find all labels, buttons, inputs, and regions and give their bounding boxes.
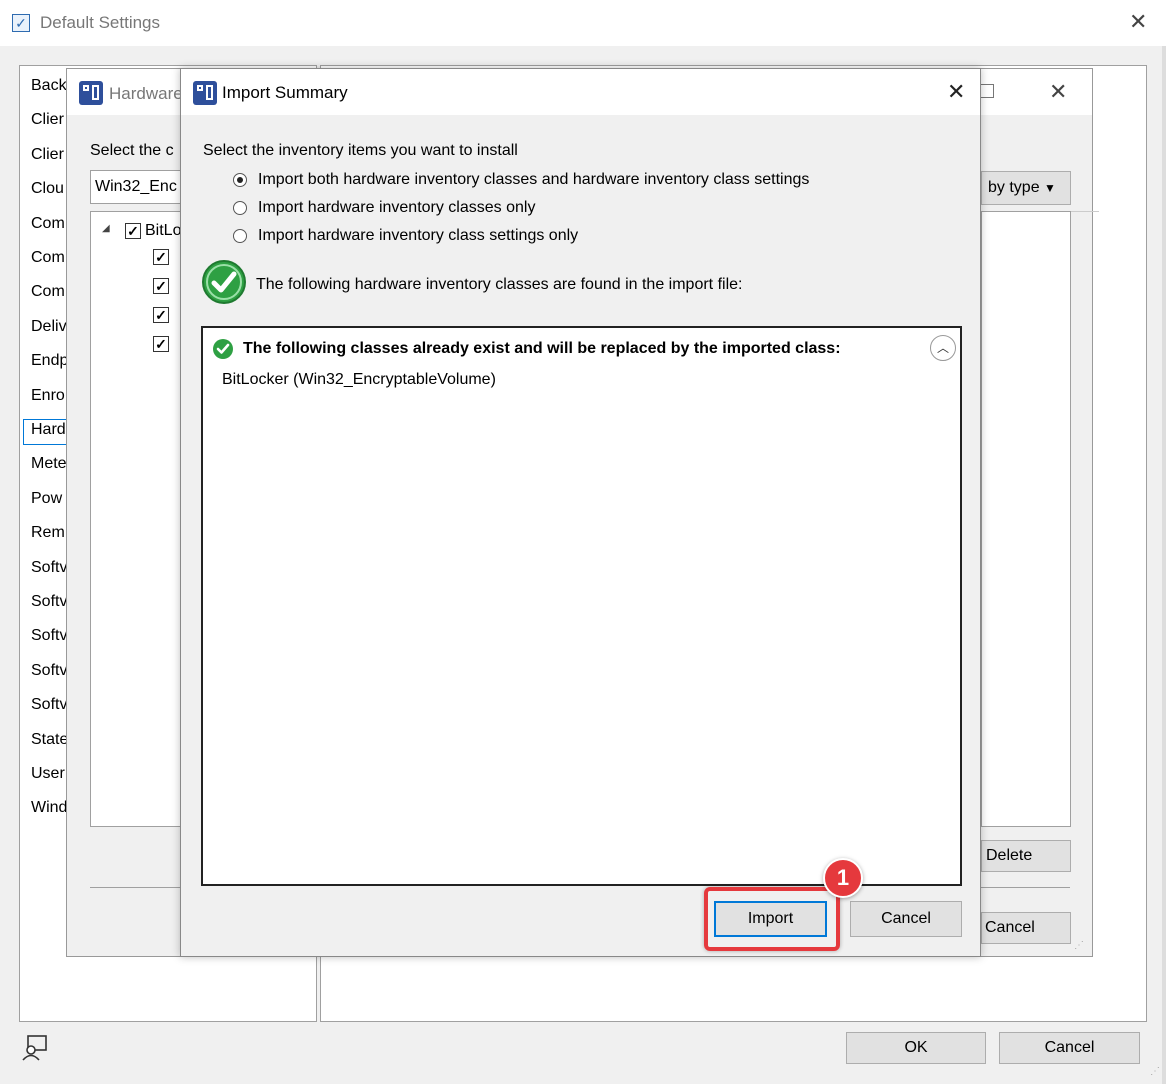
settings-list-item[interactable]: Softv [31, 559, 67, 577]
classes-summary-box: The following classes already exist and … [201, 326, 962, 886]
settings-list-item[interactable]: Softv [31, 696, 67, 714]
settings-list-item[interactable]: Com [31, 283, 65, 301]
main-cancel-button[interactable]: Cancel [999, 1032, 1140, 1064]
collapse-chevron-icon[interactable]: ︿ [930, 335, 956, 361]
settings-list-item[interactable]: Enro [31, 387, 65, 405]
settings-list-item[interactable]: Clier [31, 111, 64, 129]
filter-dropdown[interactable]: by type ▼ [981, 171, 1071, 205]
radio-import-both[interactable] [233, 173, 247, 187]
settings-list-item[interactable]: Softv [31, 593, 67, 611]
radio-import-settings-only[interactable] [233, 229, 247, 243]
filter-label: by type [988, 179, 1040, 196]
hardware-dialog-title: Hardware [109, 84, 183, 103]
tree-child-checkbox[interactable]: ✓ [153, 278, 169, 294]
radio-import-settings-only-label[interactable]: Import hardware inventory class settings… [258, 227, 578, 245]
class-search-value: Win32_Enc [95, 178, 177, 195]
tree-root-checkbox[interactable]: ✓ [125, 223, 141, 239]
hardware-maximize-icon[interactable] [980, 84, 994, 98]
hardware-select-label: Select the c [90, 142, 174, 159]
hardware-resize-grip-icon[interactable]: ⋰ [1074, 940, 1084, 951]
hardware-cancel-button[interactable]: Cancel [981, 912, 1071, 944]
settings-app-icon: ✓ [12, 14, 30, 32]
right-scroll-edge [1162, 46, 1166, 1084]
import-instruction: Select the inventory items you want to i… [203, 142, 518, 159]
settings-list-item[interactable]: Deliv [31, 318, 67, 336]
settings-list-item[interactable]: Clou [31, 180, 64, 198]
main-title-bar: ✓ Default Settings ✕ [0, 0, 1166, 46]
class-tree: ◢ ✓ BitLo ✓ ✓ ✓ ✓ [90, 211, 190, 827]
settings-list-item[interactable]: Hard [31, 421, 66, 439]
import-cancel-button[interactable]: Cancel [850, 901, 962, 937]
tree-root-label: BitLo [145, 222, 182, 239]
class-item: BitLocker (Win32_EncryptableVolume) [222, 371, 496, 388]
step-callout-number: 1 [836, 865, 850, 890]
class-properties-list [981, 211, 1071, 827]
settings-list-item[interactable]: Wind [31, 799, 67, 817]
main-window-title: Default Settings [40, 13, 161, 32]
small-check-icon [212, 338, 234, 365]
settings-list-item[interactable]: Mete [31, 455, 67, 473]
tree-child-checkbox[interactable]: ✓ [153, 249, 169, 265]
class-search-input[interactable]: Win32_Enc [90, 170, 190, 204]
import-app-icon [193, 81, 217, 105]
settings-list-item[interactable]: State [31, 731, 68, 749]
tree-child-checkbox[interactable]: ✓ [153, 336, 169, 352]
import-dialog-title: Import Summary [222, 83, 348, 102]
settings-list-item[interactable]: Softv [31, 627, 67, 645]
settings-list-item[interactable]: Endp [31, 352, 68, 370]
replace-section-header: The following classes already exist and … [243, 340, 841, 357]
radio-import-classes-only-label[interactable]: Import hardware inventory classes only [258, 199, 535, 217]
settings-list-item[interactable]: Back [31, 77, 67, 95]
tree-child-checkbox[interactable]: ✓ [153, 307, 169, 323]
settings-list-item[interactable]: Clier [31, 146, 64, 164]
radio-import-both-label[interactable]: Import both hardware inventory classes a… [258, 171, 809, 189]
import-summary-dialog: Import Summary ✕ Select the inventory it… [180, 68, 981, 957]
success-check-icon [201, 259, 247, 310]
settings-list-item[interactable]: User [31, 765, 65, 783]
found-classes-message: The following hardware inventory classes… [256, 276, 743, 293]
settings-list-item[interactable]: Rem [31, 524, 65, 542]
settings-list-item[interactable]: Com [31, 215, 65, 233]
hardware-close-icon[interactable]: ✕ [1049, 81, 1067, 103]
tree-expand-icon[interactable]: ◢ [102, 223, 110, 234]
ok-button[interactable]: OK [846, 1032, 986, 1064]
step-callout-badge: 1 [823, 858, 863, 898]
hardware-app-icon [79, 81, 103, 105]
settings-list-item[interactable]: Com [31, 249, 65, 267]
import-highlight-frame [704, 887, 840, 951]
settings-list-item[interactable]: Pow [31, 490, 62, 508]
settings-list-item[interactable]: Softv [31, 662, 67, 680]
radio-import-classes-only[interactable] [233, 201, 247, 215]
feedback-icon[interactable] [20, 1033, 50, 1063]
import-title-bar: Import Summary ✕ [181, 69, 980, 115]
main-close-icon[interactable]: ✕ [1129, 11, 1147, 33]
dropdown-arrow-icon: ▼ [1044, 181, 1056, 195]
resize-grip-icon[interactable]: ⋰ [1150, 1066, 1160, 1077]
import-close-icon[interactable]: ✕ [947, 81, 965, 103]
delete-button[interactable]: Delete [981, 840, 1071, 872]
